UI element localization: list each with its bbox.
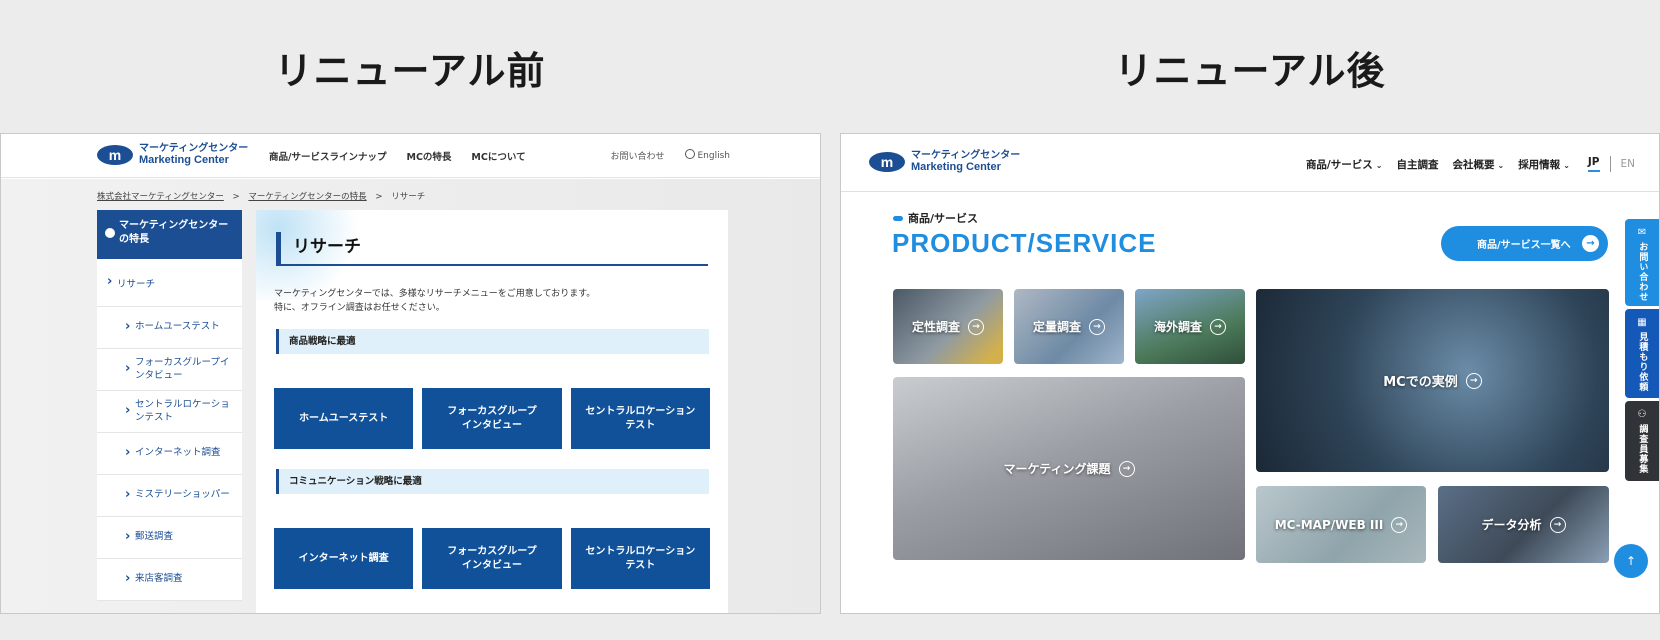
focus-group-button[interactable]: フォーカスグループ インタビュー [422,388,562,449]
old-site-screenshot: m マーケティングセンター Marketing Center 商品/サービスライ… [0,133,821,614]
breadcrumb-separator: > [232,192,240,202]
button-row-communication: インターネット調査 フォーカスグループ インタビュー セントラルロケーション テ… [274,528,710,589]
new-site-screenshot: m マーケティングセンター Marketing Center 商品/サービス ⌄ … [840,133,1660,614]
sidebar-item-home-use-test[interactable]: ホームユーステスト [97,307,242,349]
english-link[interactable]: English [684,149,730,162]
float-tab-recruit[interactable]: ⚇ 調査員募集 [1625,401,1659,481]
tile-analysis[interactable]: データ分析 → [1438,486,1609,563]
page-title: リサーチ [276,232,708,266]
sidebar-item-focus-group[interactable]: フォーカスグループインタビュー [97,349,242,391]
logo-mark-icon: m [869,152,905,173]
mail-icon: ✉ [1637,227,1647,238]
nav-item-recruit[interactable]: 採用情報 ⌄ [1518,157,1570,172]
lang-divider [1609,156,1611,172]
back-to-top-button[interactable]: ↑ [1614,544,1648,578]
tile-cases[interactable]: MCでの実例 → [1256,289,1609,472]
old-body: 株式会社マーケティングセンター > マーケティングセンターの特長 > リサーチ … [1,179,820,613]
home-use-test-button[interactable]: ホームユーステスト [274,388,414,449]
arrow-right-icon: → [1210,318,1226,335]
arrow-right-icon: → [1118,460,1135,477]
heading-after: リニューアル後 [1114,49,1386,93]
breadcrumb: 株式会社マーケティングセンター > マーケティングセンターの特長 > リサーチ [97,190,425,202]
button-row-product: ホームユーステスト フォーカスグループ インタビュー セントラルロケーション テ… [274,388,710,449]
person-icon: ⚇ [1637,409,1647,420]
nav-item-about[interactable]: MCについて [471,149,525,163]
new-logo[interactable]: m マーケティングセンター Marketing Center [869,150,1021,173]
float-tab-estimate[interactable]: ▦ 見積もり依頼 [1625,309,1659,398]
section-title: PRODUCT/SERVICE [892,228,1157,258]
central-location-button[interactable]: セントラルロケーション テスト [570,388,710,449]
globe-icon [684,149,695,159]
old-main-nav: 商品/サービスラインナップ MCの特長 MCについて [269,149,526,163]
old-logo[interactable]: m マーケティングセンター Marketing Center [97,143,249,166]
logo-mark-icon: m [97,145,133,166]
heading-before: リニューアル前 [274,49,546,93]
arrow-right-icon: → [1089,318,1105,335]
arrow-right-icon: → [968,318,984,335]
central-location-button[interactable]: セントラルロケーション テスト [570,528,710,589]
arrow-right-icon: → [1465,372,1482,389]
sidebar-item-mail[interactable]: 郵送調査 [97,517,242,559]
old-main-content: リサーチ マーケティングセンターでは、多様なリサーチメニューをご用意しております… [256,210,728,613]
sidebar: マーケティングセンターの特長 リサーチ ホームユーステスト フォーカスグループイ… [97,210,242,601]
sidebar-item-mystery-shopper[interactable]: ミステリーショッパー [97,475,242,517]
logo-text-jp: マーケティングセンター [139,143,249,154]
chevron-circle-icon [105,228,115,238]
chevron-down-icon: ⌄ [1563,160,1570,170]
intro-text: マーケティングセンターでは、多様なリサーチメニューをご用意しております。 特に、… [274,289,596,313]
float-tab-contact[interactable]: ✉ お問い合わせ [1625,219,1659,306]
nav-item-products[interactable]: 商品/サービス ⌄ [1306,157,1383,172]
new-main-nav: 商品/サービス ⌄ 自主調査 会社概要 ⌄ 採用情報 ⌄ JP EN [1292,156,1635,172]
logo-text-en: Marketing Center [911,160,1001,173]
focus-group-button[interactable]: フォーカスグループ インタビュー [422,528,562,589]
tile-map[interactable]: MC-MAP/WEB III → [1256,486,1426,563]
nav-item-own-research[interactable]: 自主調査 [1396,157,1438,172]
arrow-right-icon: → [1549,516,1566,533]
old-util-nav: お問い合わせ English [610,149,730,162]
arrow-right-icon: → [1582,235,1599,252]
breadcrumb-parent[interactable]: マーケティングセンターの特長 [248,192,366,202]
arrow-right-icon: → [1391,516,1408,533]
product-list-button[interactable]: 商品/サービス一覧へ → [1441,226,1608,261]
section-label: 商品/サービス [893,210,978,226]
lang-jp[interactable]: JP [1587,156,1600,172]
logo-text-jp: マーケティングセンター [911,150,1021,161]
new-header: m マーケティングセンター Marketing Center 商品/サービス ⌄ … [841,134,1659,192]
lang-en[interactable]: EN [1621,158,1636,170]
tile-overseas[interactable]: 海外調査 → [1135,289,1245,364]
tile-marketing[interactable]: マーケティング課題 → [893,377,1245,560]
section-heading-communication: コミュニケーション戦略に最適 [276,469,709,494]
internet-survey-button[interactable]: インターネット調査 [274,528,414,589]
old-header: m マーケティングセンター Marketing Center 商品/サービスライ… [1,134,820,178]
breadcrumb-separator: > [375,192,383,202]
sidebar-item-internet[interactable]: インターネット調査 [97,433,242,475]
breadcrumb-current: リサーチ [391,192,426,202]
tile-quantitative[interactable]: 定量調査 → [1014,289,1124,364]
chevron-down-icon: ⌄ [1497,160,1505,170]
sidebar-head[interactable]: マーケティングセンターの特長 [97,210,242,259]
nav-item-company[interactable]: 会社概要 ⌄ [1452,157,1504,172]
sidebar-item-store-visitor[interactable]: 来店客調査 [97,559,242,601]
breadcrumb-home[interactable]: 株式会社マーケティングセンター [97,192,224,202]
tile-qualitative[interactable]: 定性調査 → [893,289,1003,364]
chevron-down-icon: ⌄ [1375,160,1383,170]
contact-link[interactable]: お問い合わせ [610,149,664,162]
logo-text-en: Marketing Center [139,153,229,166]
nav-item-products[interactable]: 商品/サービスラインナップ [269,149,386,163]
sidebar-item-central-location[interactable]: セントラルロケーションテスト [97,391,242,433]
calculator-icon: ▦ [1637,317,1647,328]
section-heading-product: 商品戦略に最適 [276,329,709,354]
nav-item-features[interactable]: MCの特長 [406,149,451,163]
dash-icon [893,215,903,221]
sidebar-item-research[interactable]: リサーチ [97,259,242,307]
